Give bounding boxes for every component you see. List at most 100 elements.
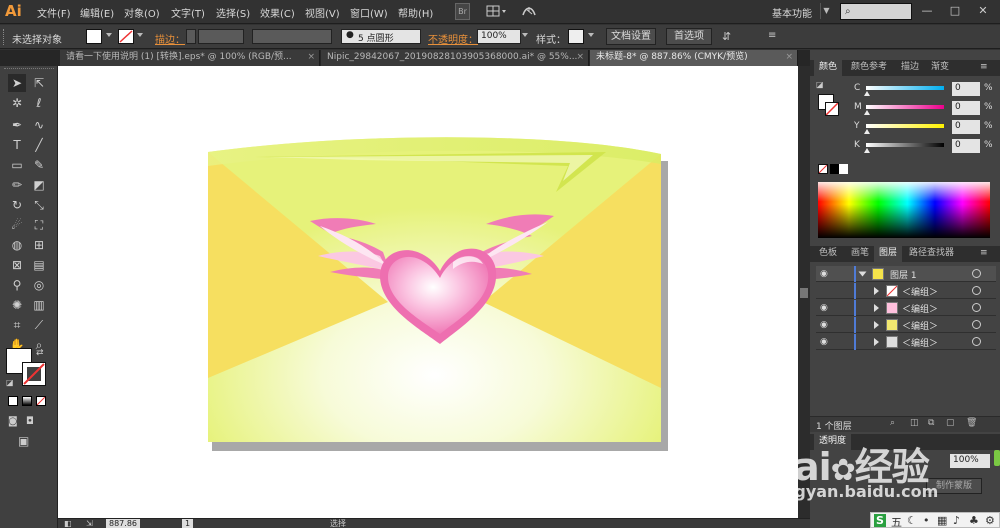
eye-icon[interactable]: ◉ [820,336,832,348]
keyboard-icon[interactable]: ▦ [937,514,947,527]
target-circle-icon[interactable] [972,286,981,295]
close-icon[interactable]: ✕ [972,3,994,20]
gear-icon[interactable]: ⚙ [985,514,995,527]
chevron-down-icon[interactable] [137,33,143,37]
layer-name[interactable]: ＜编组＞ [902,319,938,332]
chevron-down-icon[interactable] [588,33,594,37]
magenta-knob[interactable] [864,110,870,115]
expand-triangle-icon[interactable] [874,321,879,329]
layer-row[interactable]: ◉ ＜编组＞ [816,317,996,333]
eyedropper-tool-icon[interactable]: ⚲ [8,276,26,294]
yellow-slider-row[interactable]: Y 0 % [850,120,1000,136]
rotate-tool-icon[interactable]: ↻ [8,196,26,214]
tab-document-1[interactable]: 请看一下使用说明 (1) [转换].eps* @ 100% (RGB/预... … [60,50,320,66]
black-track[interactable] [866,143,944,147]
menu-edit[interactable]: 编辑(E) [80,5,114,20]
color-mode-icon[interactable] [8,396,18,406]
cyan-knob[interactable] [864,91,870,96]
new-sublayer-icon[interactable]: ⧉ [928,418,934,428]
arrange-documents-icon[interactable] [486,3,508,20]
draw-mode-icon[interactable]: ◙ [8,416,18,427]
eye-icon[interactable]: ◉ [820,302,832,314]
locate-object-icon[interactable]: ⌕ [890,418,895,428]
artboard-nav-icon[interactable]: ◧ [64,519,72,528]
yellow-track[interactable] [866,124,944,128]
menu-select[interactable]: 选择(S) [216,5,250,20]
maximize-icon[interactable]: □ [944,3,966,20]
yellow-knob[interactable] [864,129,870,134]
layer-row[interactable]: ◉ ＜编组＞ [816,300,996,316]
direct-selection-tool-icon[interactable]: ⇱ [30,74,48,92]
blend-tool-icon[interactable]: ◎ [30,276,48,294]
none-swatch[interactable] [818,164,828,174]
document-setup-button[interactable]: 文档设置 [606,28,656,45]
mesh-tool-icon[interactable]: ⊠ [8,256,26,274]
style-swatch[interactable] [568,29,584,44]
shape-builder-tool-icon[interactable]: ◍ [8,236,26,254]
help-search-input[interactable]: ⌕ [840,3,912,20]
rectangle-tool-icon[interactable]: ▭ [8,156,26,174]
tab-swatches[interactable]: 色板 [814,246,842,262]
ime-logo-icon[interactable]: S [874,514,886,527]
expand-triangle-icon[interactable] [874,338,879,346]
chevron-down-icon[interactable]: ▼ [820,3,832,19]
paintbrush-tool-icon[interactable]: ✎ [30,156,48,174]
layer-row[interactable]: ＜编组＞ [816,283,996,299]
black-value-input[interactable]: 0 [952,139,980,153]
pencil-tool-icon[interactable]: ✏ [8,176,26,194]
free-transform-tool-icon[interactable]: ⛶ [30,216,48,234]
stroke-color-box[interactable] [22,362,46,386]
cyan-slider-row[interactable]: C 0 % [850,82,1000,98]
draw-inside-icon[interactable]: ◘ [26,416,34,427]
layer-name[interactable]: ＜编组＞ [902,336,938,349]
target-circle-icon[interactable] [972,269,981,278]
scrollbar-thumb[interactable] [800,288,808,298]
moon-icon[interactable]: ☾ [907,514,917,527]
tab-gradient[interactable]: 渐变 [926,60,954,76]
tab-stroke[interactable]: 描边 [896,60,924,76]
layer-name[interactable]: 图层 1 [890,268,917,281]
menu-type[interactable]: 文字(T) [171,5,205,20]
expand-triangle-icon[interactable] [874,287,879,295]
menu-effect[interactable]: 效果(C) [260,5,295,20]
symbol-sprayer-tool-icon[interactable]: ✺ [8,296,26,314]
close-icon[interactable]: × [785,50,793,65]
target-circle-icon[interactable] [972,303,981,312]
zoom-level-input[interactable]: 887.86 [106,519,140,528]
opacity-label[interactable]: 不透明度： [428,31,478,46]
gpu-performance-icon[interactable] [520,3,538,20]
cyan-track[interactable] [866,86,944,90]
target-circle-icon[interactable] [972,320,981,329]
scale-tool-icon[interactable]: ⤡ [30,196,48,214]
gradient-tool-icon[interactable]: ▤ [30,256,48,274]
dot-icon[interactable]: • [923,514,930,527]
tab-color[interactable]: 颜色 [814,60,843,76]
close-icon[interactable]: × [576,50,584,65]
black-knob[interactable] [864,148,870,153]
eraser-tool-icon[interactable]: ◩ [30,176,48,194]
layer-name[interactable]: ＜编组＞ [902,302,938,315]
magenta-value-input[interactable]: 0 [952,101,980,115]
current-tool-status[interactable]: 选择 [330,519,346,528]
tab-document-2[interactable]: Nipic_29842067_20190828103905368000.ai* … [321,50,589,66]
ime-five[interactable]: 五 [891,514,902,528]
artboard-canvas[interactable] [58,66,798,518]
workspace-switcher[interactable]: 基本功能 [772,5,812,20]
menu-object[interactable]: 对象(O) [124,5,160,20]
color-spectrum[interactable] [818,182,990,238]
menu-file[interactable]: 文件(F) [37,5,71,20]
menu-view[interactable]: 视图(V) [305,5,340,20]
align-options-icon[interactable]: ⇵ [722,30,744,44]
bridge-icon[interactable]: Br [455,3,470,20]
none-mode-icon[interactable] [36,396,46,406]
magenta-track[interactable] [866,105,944,109]
brush-dropdown[interactable]: ● 5 点圆形 [341,29,421,44]
slice-tool-icon[interactable]: ⟋ [30,316,48,334]
menu-help[interactable]: 帮助(H) [398,5,433,20]
lasso-tool-icon[interactable]: ℓ [30,94,48,112]
make-clipping-mask-icon[interactable]: ◫ [910,418,919,428]
curvature-tool-icon[interactable]: ∿ [30,116,48,134]
menu-window[interactable]: 窗口(W) [350,5,388,20]
perspective-grid-tool-icon[interactable]: ⊞ [30,236,48,254]
layer-row[interactable]: ◉ ＜编组＞ [816,334,996,350]
